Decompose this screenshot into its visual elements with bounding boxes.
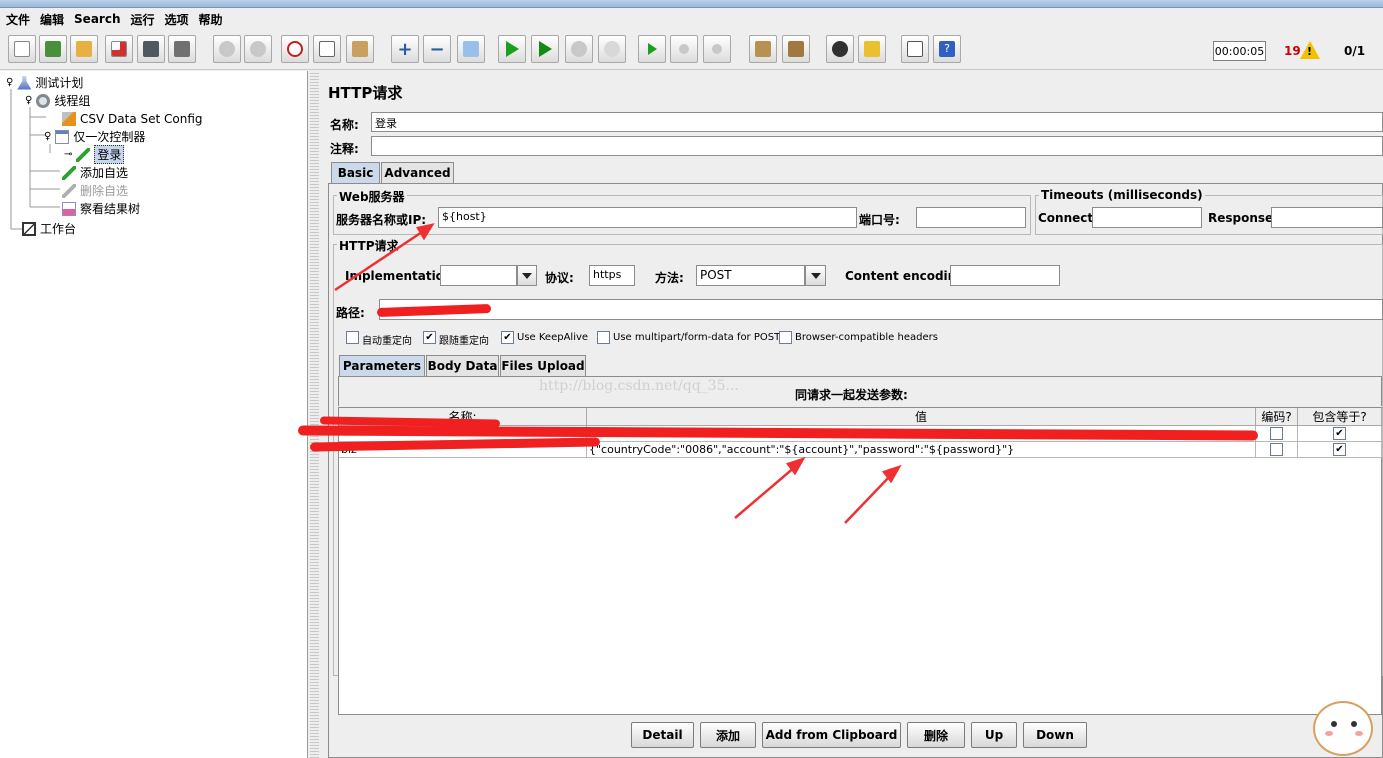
annotation-arrows: [334, 223, 902, 524]
